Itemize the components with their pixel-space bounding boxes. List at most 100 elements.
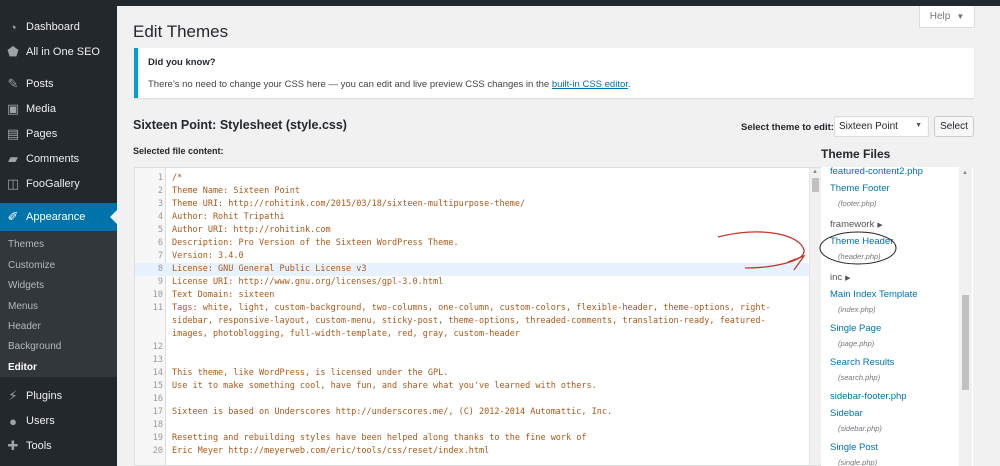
- code-text: Text Domain: sixteen: [172, 290, 275, 300]
- sidebar-item-dashboard[interactable]: ◔ Dashboard: [0, 15, 117, 39]
- line-number: 13: [152, 355, 163, 365]
- help-button[interactable]: Help ▼: [919, 6, 975, 28]
- page-icon: ▤: [6, 126, 20, 141]
- select-button[interactable]: Select: [934, 116, 974, 137]
- theme-files-scrollbar[interactable]: ▲: [959, 167, 972, 466]
- theme-file-link[interactable]: sidebar-footer.php: [830, 391, 907, 402]
- code-line[interactable]: 15 Use it to make something cool, have fu…: [135, 380, 811, 393]
- theme-file-link[interactable]: Theme Header: [830, 236, 893, 247]
- theme-file-link[interactable]: Search Results: [830, 357, 894, 368]
- pin-icon: ✎: [7, 76, 19, 91]
- brush-icon: ✐: [7, 209, 19, 224]
- theme-file-link[interactable]: Single Post: [830, 442, 878, 453]
- line-number: 4: [157, 212, 163, 222]
- code-editor[interactable]: 1 /* 2 Theme Name: Sixteen Point 3 Theme URI:…: [134, 167, 822, 466]
- submenu-item-widgets[interactable]: Widgets: [8, 280, 44, 291]
- appearance-submenu: Themes Customize Widgets Menus Header Ba…: [0, 231, 117, 377]
- code-line[interactable]: 2 Theme Name: Sixteen Point: [135, 185, 811, 198]
- theme-folder[interactable]: inc ▶: [830, 272, 851, 283]
- code-line[interactable]: 12: [135, 341, 811, 354]
- theme-file-link[interactable]: Single Page: [830, 323, 881, 334]
- theme-file-label: framework: [830, 219, 875, 230]
- line-number: 8: [157, 264, 163, 274]
- line-number: 19: [152, 433, 163, 443]
- submenu-item-themes[interactable]: Themes: [8, 239, 44, 250]
- submenu-item-editor[interactable]: Editor: [8, 362, 37, 373]
- sidebar-item-tools[interactable]: ✚ Tools: [0, 434, 117, 458]
- sidebar-item-label: Media: [26, 103, 56, 115]
- theme-file-label: (header.php): [838, 252, 881, 261]
- caret-right-icon: ▶: [877, 222, 883, 229]
- submenu-item-menus[interactable]: Menus: [8, 301, 38, 312]
- sidebar-item-label: All in One SEO: [26, 46, 100, 58]
- scroll-up-icon[interactable]: ▲: [962, 170, 968, 176]
- theme-select[interactable]: Sixteen Point ▼: [834, 116, 929, 137]
- sidebar-item-label: Appearance: [26, 211, 86, 223]
- theme-file-label: inc: [830, 272, 843, 283]
- line-number: 11: [152, 303, 163, 313]
- code-line[interactable]: 4 Author: Rohit Tripathi: [135, 211, 811, 224]
- code-text: Sixteen is based on Underscores http://u…: [172, 407, 613, 417]
- code-line[interactable]: 5 Author URI: http://rohitink.com: [135, 224, 811, 237]
- caret-down-icon: ▼: [956, 12, 965, 21]
- theme-file-link[interactable]: Sidebar: [830, 408, 863, 419]
- sidebar-item-pages[interactable]: ▤ Pages: [0, 122, 117, 146]
- theme-folder[interactable]: framework ▶: [830, 219, 883, 230]
- code-text: /*: [172, 173, 183, 183]
- theme-file-label: (footer.php): [838, 199, 877, 208]
- sidebar-item-comments[interactable]: ▰ Comments: [0, 147, 117, 171]
- sidebar-item-label: FooGallery: [26, 178, 80, 190]
- sidebar-item-posts[interactable]: ✎ Posts: [0, 72, 117, 96]
- sidebar-item-label: Comments: [26, 153, 80, 165]
- help-label: Help: [929, 11, 951, 22]
- code-line[interactable]: 6 Description: Pro Version of the Sixteen…: [135, 237, 811, 250]
- code-line[interactable]: 17 Sixteen is based on Underscores http:/…: [135, 406, 811, 419]
- code-text: images, photoblogging, full-width-templa…: [172, 329, 520, 339]
- code-line[interactable]: 16: [135, 393, 811, 406]
- code-line[interactable]: 7 Version: 3.4.0: [135, 250, 811, 263]
- code-text: sidebar, responsive-layout, custom-menu,…: [172, 316, 766, 326]
- submenu-item-background[interactable]: Background: [8, 341, 61, 352]
- code-line[interactable]: 9 License URI: http://www.gnu.org/license…: [135, 276, 811, 289]
- submenu-item-customize[interactable]: Customize: [8, 260, 55, 271]
- sidebar-item-foogallery[interactable]: ◫ FooGallery: [0, 172, 117, 196]
- code-line[interactable]: 3 Theme URI: http://rohitink.com/2015/03/…: [135, 198, 811, 211]
- editor-scrollbar[interactable]: ▲: [809, 168, 821, 465]
- code-line[interactable]: 11 Tags: white, light, custom-background,…: [135, 302, 811, 315]
- theme-file-label: (index.php): [838, 305, 876, 314]
- code-text: Tags: white, light, custom-background, t…: [172, 303, 771, 313]
- css-editor-link[interactable]: built-in CSS editor: [552, 79, 628, 90]
- theme-file-filename: (index.php): [838, 305, 876, 314]
- sidebar-item-all-in-one-seo[interactable]: ⬟ All in One SEO: [0, 40, 117, 64]
- sidebar-item-plugins[interactable]: ⚡ Plugins: [0, 384, 117, 408]
- user-icon: ●: [9, 413, 17, 429]
- editor-scroll-thumb[interactable]: [812, 178, 819, 192]
- code-line[interactable]: 13: [135, 354, 811, 367]
- code-line[interactable]: 1 /*: [135, 172, 811, 185]
- code-line[interactable]: 20 Eric Meyer http://meyerweb.com/eric/to…: [135, 445, 811, 458]
- code-line[interactable]: images, photoblogging, full-width-templa…: [135, 328, 811, 341]
- code-line[interactable]: 19 Resetting and rebuilding styles have b…: [135, 432, 811, 445]
- code-line[interactable]: 18: [135, 419, 811, 432]
- scroll-up-icon[interactable]: ▲: [812, 169, 818, 175]
- theme-file-label: (page.php): [838, 339, 875, 348]
- main-content: Edit Themes Help ▼ Did you know? There’s…: [117, 6, 1000, 466]
- media-icon: ▣: [6, 101, 20, 116]
- code-line[interactable]: 10 Text Domain: sixteen: [135, 289, 811, 302]
- line-number: 1: [157, 173, 163, 183]
- theme-file-label: Main Index Template: [830, 289, 918, 300]
- code-line[interactable]: 8 License: GNU General Public License v3: [135, 263, 811, 276]
- line-number: 12: [152, 342, 163, 352]
- line-number: 18: [152, 420, 163, 430]
- theme-file-link[interactable]: featured-content2.php: [830, 167, 923, 177]
- sidebar-item-media[interactable]: ▣ Media: [0, 97, 117, 121]
- theme-file-link[interactable]: Theme Footer: [830, 183, 890, 194]
- theme-files-scroll-thumb[interactable]: [962, 295, 969, 390]
- code-line[interactable]: 14 This theme, like WordPress, is license…: [135, 367, 811, 380]
- theme-file-link[interactable]: Main Index Template: [830, 289, 918, 300]
- code-line[interactable]: sidebar, responsive-layout, custom-menu,…: [135, 315, 811, 328]
- sidebar-item-appearance[interactable]: ✐ Appearance: [0, 203, 117, 231]
- submenu-item-header[interactable]: Header: [8, 321, 41, 332]
- theme-files-list: featured-content2.php Theme Footer (footer…: [821, 167, 973, 466]
- sidebar-item-users[interactable]: ● Users: [0, 409, 117, 433]
